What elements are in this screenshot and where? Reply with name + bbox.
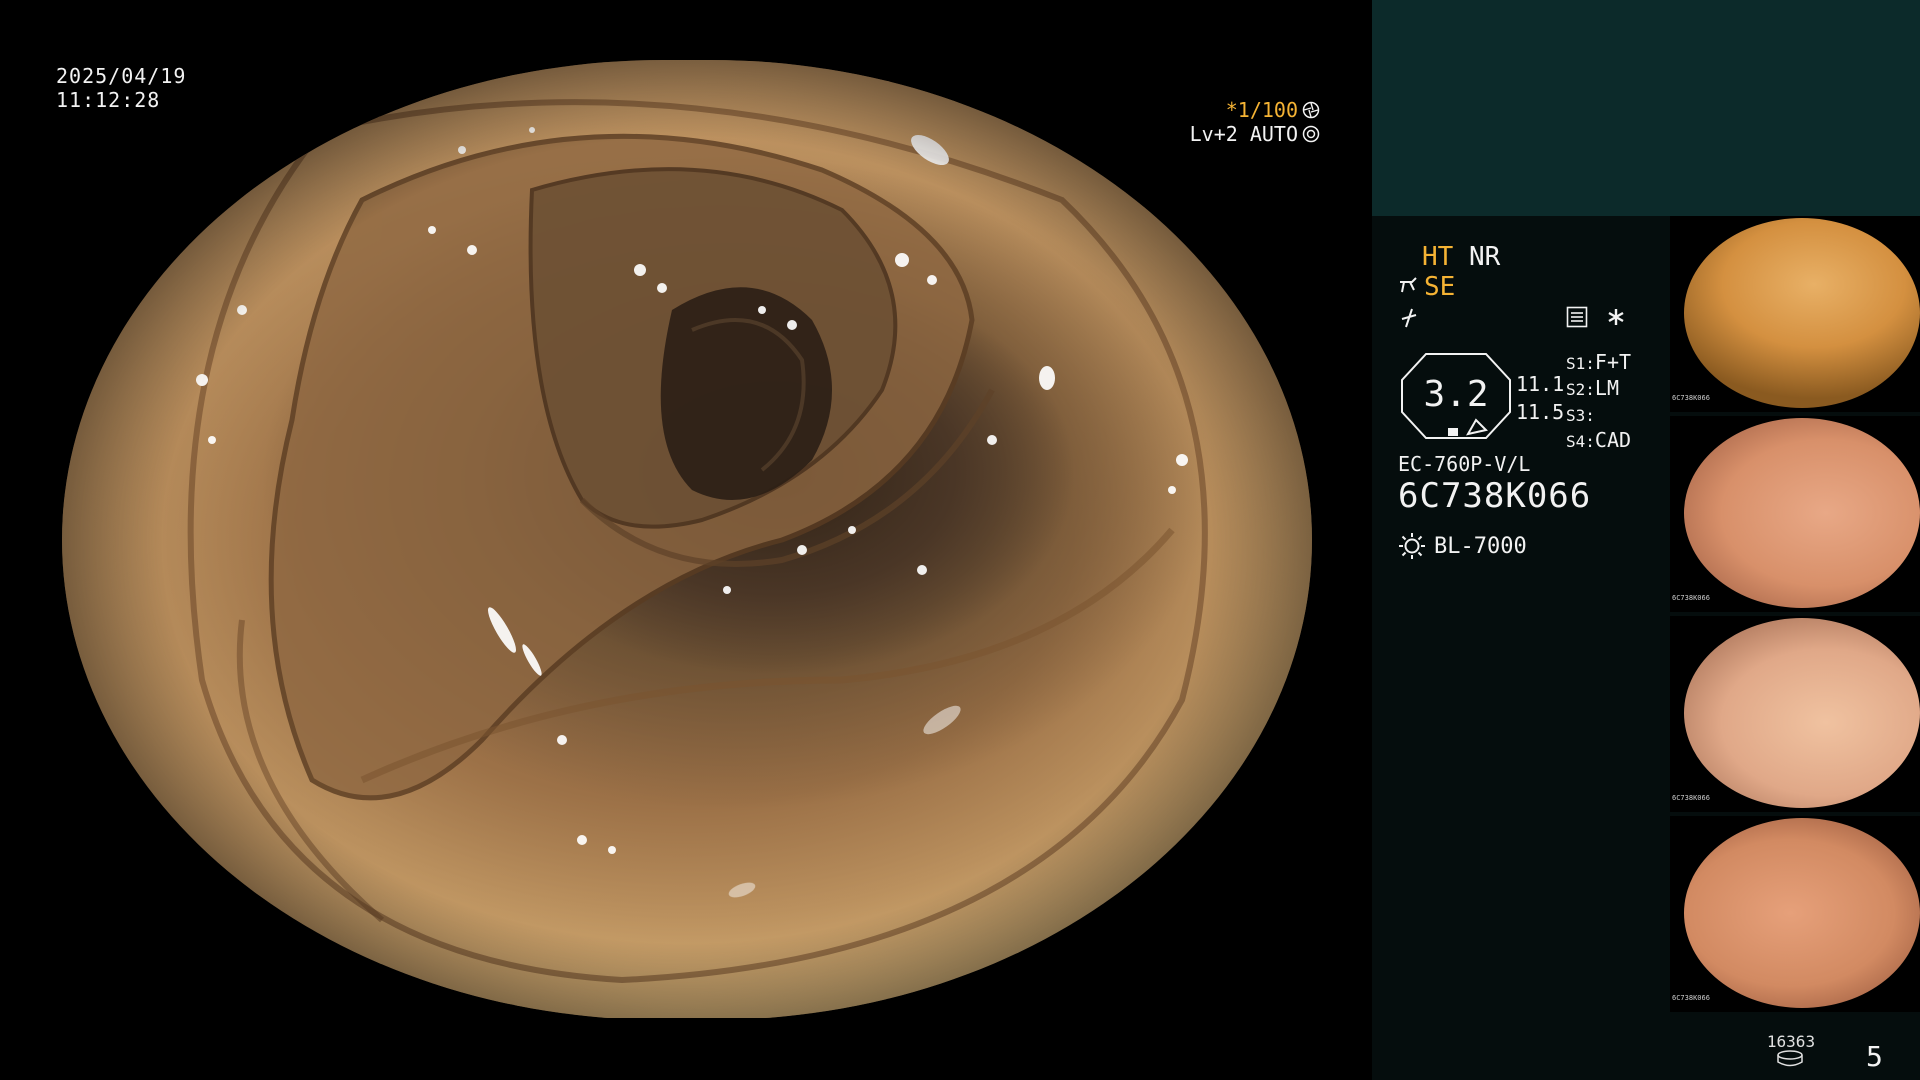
date-text: 2025/04/19	[56, 64, 187, 88]
thumbnail-3[interactable]: 6C738K066	[1670, 616, 1920, 812]
scope-serial: 6C738K066	[1398, 476, 1592, 516]
ratio-1: 11.1	[1516, 372, 1565, 396]
magnification-value: 3.2	[1423, 374, 1489, 415]
thumbnail-4[interactable]: 6C738K066	[1670, 816, 1920, 1012]
asterisk-icon	[1608, 309, 1624, 325]
scene-presets: S1:F+T S2:LM S3: S4:CAD	[1566, 350, 1631, 454]
scene-item: S4:CAD	[1566, 428, 1632, 452]
thumbnail-image	[1684, 218, 1920, 408]
ratio-values: 11.1 11.5	[1516, 370, 1564, 426]
aperture-icon	[1302, 101, 1320, 119]
field-mask-top	[0, 0, 1372, 60]
se-indicator: SE	[1424, 272, 1456, 302]
thumbnail-caption: 6C738K066	[1672, 394, 1710, 402]
patient-info-area	[1372, 0, 1920, 216]
lamp-icon	[1399, 533, 1425, 559]
thumbnail-caption: 6C738K066	[1672, 794, 1710, 802]
thumbnail-caption: 6C738K066	[1672, 994, 1710, 1002]
settings-list-icon	[1566, 306, 1588, 328]
ratio-2: 11.5	[1516, 400, 1565, 424]
scene-item: S3:	[1566, 406, 1595, 425]
capture-count: 5	[1866, 1040, 1883, 1073]
storage-icon	[1777, 1050, 1803, 1067]
thumbnail-image	[1684, 818, 1920, 1008]
exposure-info: *1/100 Lv+2 AUTO	[1190, 98, 1320, 146]
ht-indicator: HT	[1422, 242, 1454, 272]
shutter-speed: *1/100	[1225, 98, 1298, 122]
thumbnail-2[interactable]: 6C738K066	[1670, 416, 1920, 612]
iris-mode: Lv+2 AUTO	[1189, 122, 1298, 146]
endoscopic-image	[62, 60, 1312, 1020]
iris-icon	[1302, 125, 1320, 143]
thumbnail-1[interactable]: 6C738K066	[1670, 216, 1920, 412]
light-source: BL-7000	[1398, 532, 1527, 560]
storage-remaining: 16363	[1766, 1032, 1816, 1051]
freeze-icon	[1401, 308, 1417, 328]
scene-item: S2:LM	[1566, 376, 1619, 400]
date-time-display: 2025/04/19 11:12:28	[56, 64, 186, 112]
time-text: 11:12:28	[56, 88, 161, 112]
mucosal-folds	[62, 60, 1312, 1020]
thumbnail-caption: 6C738K066	[1672, 594, 1710, 602]
field-mask-bottom	[0, 1018, 1372, 1080]
thumbnail-image	[1684, 618, 1920, 808]
light-source-label: BL-7000	[1434, 533, 1527, 559]
nr-indicator: NR	[1468, 242, 1501, 272]
captured-thumbnails: 6C738K066 6C738K066 6C738K066 6C738K066	[1670, 216, 1920, 1016]
scope-icon	[1400, 277, 1417, 293]
thumbnail-image	[1684, 418, 1920, 608]
endoscope-view: 2025/04/19 11:12:28 *1/100 Lv+2 AUTO	[0, 0, 1372, 1080]
mode-icons	[1566, 306, 1626, 328]
scene-item: S1:F+T	[1566, 350, 1632, 374]
scope-model: EC-760P-V/L	[1398, 452, 1531, 476]
